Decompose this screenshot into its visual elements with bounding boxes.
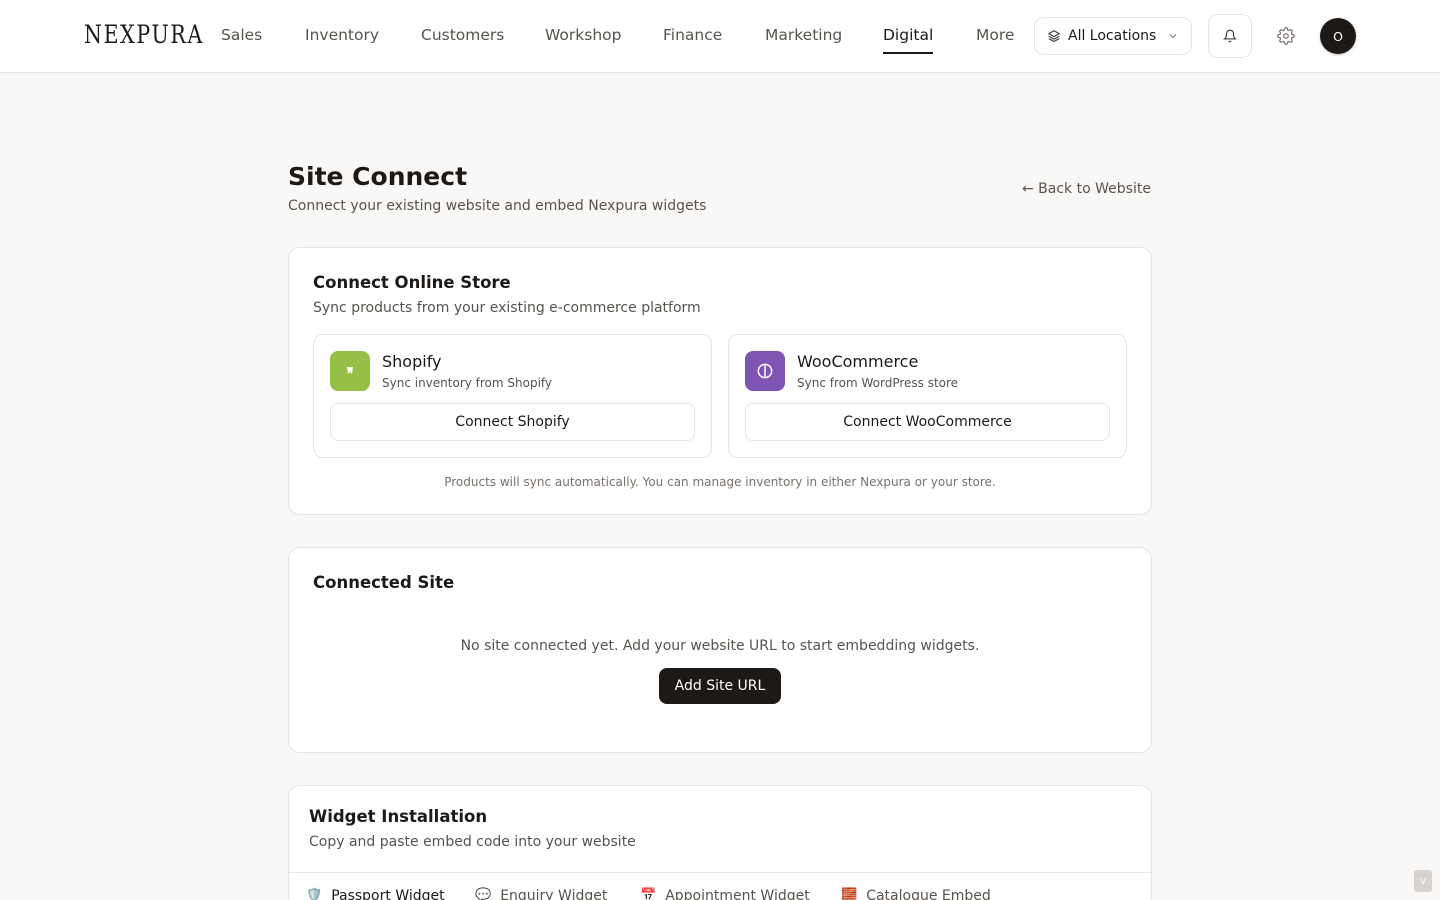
sync-note: Products will sync automatically. You ca…	[444, 475, 996, 489]
no-site-message: No site connected yet. Add your website …	[460, 638, 980, 654]
nav-item-digital[interactable]: Digital	[883, 24, 934, 54]
nav-item-finance[interactable]: Finance	[663, 24, 722, 46]
connect-shopify-button[interactable]: Connect Shopify	[330, 403, 695, 441]
woocommerce-card: WooCommerce Sync from WordPress store Co…	[728, 334, 1127, 458]
add-site-url-button[interactable]: Add Site URL	[659, 668, 781, 704]
location-selector[interactable]: All Locations	[1034, 17, 1192, 55]
tab-enquiry-widget[interactable]: 💬 Enquiry Widget	[475, 886, 607, 900]
online-store-card: Connect Online Store Sync products from …	[288, 247, 1152, 515]
tab-label: Catalogue Embed	[866, 888, 991, 900]
notifications-button[interactable]	[1208, 14, 1252, 58]
shopify-icon	[330, 351, 370, 391]
nav-item-customers[interactable]: Customers	[421, 24, 504, 46]
tab-label: Passport Widget	[331, 888, 445, 900]
layers-icon	[1047, 29, 1061, 43]
page-subtitle: Connect your existing website and embed …	[288, 198, 707, 214]
gear-icon	[1277, 27, 1295, 45]
chevron-down-icon	[1167, 30, 1179, 42]
page-title: Site Connect	[288, 162, 468, 191]
brand-logo[interactable]: NEXPURA	[84, 19, 204, 51]
nav-item-more[interactable]: More	[976, 24, 1014, 46]
shopify-name: Shopify	[382, 352, 442, 371]
scroll-down-button[interactable]: v	[1414, 870, 1432, 892]
shield-icon: 🛡️	[306, 888, 323, 900]
tab-catalogue-embed[interactable]: 🧱 Catalogue Embed	[841, 886, 991, 900]
connect-woocommerce-button[interactable]: Connect WooCommerce	[745, 403, 1110, 441]
user-avatar[interactable]: O	[1320, 18, 1356, 54]
tabs-divider	[289, 872, 1151, 873]
tab-label: Appointment Widget	[665, 888, 810, 900]
location-label: All Locations	[1068, 28, 1157, 44]
speech-bubble-icon: 💬	[475, 888, 492, 900]
shopify-description: Sync inventory from Shopify	[382, 376, 553, 390]
woocommerce-name: WooCommerce	[797, 352, 919, 371]
tab-passport-widget[interactable]: 🛡️ Passport Widget	[306, 886, 445, 900]
woocommerce-icon	[745, 351, 785, 391]
nav-item-sales[interactable]: Sales	[221, 24, 262, 46]
back-to-website-link[interactable]: ← Back to Website	[1022, 179, 1151, 199]
widget-installation-card: Widget Installation Copy and paste embed…	[288, 785, 1152, 900]
calendar-icon: 📅	[640, 888, 657, 900]
nav-item-workshop[interactable]: Workshop	[545, 24, 621, 46]
connected-site-card: Connected Site No site connected yet. Ad…	[288, 547, 1152, 753]
widget-installation-subtitle: Copy and paste embed code into your webs…	[309, 834, 636, 850]
online-store-title: Connect Online Store	[313, 273, 511, 292]
nav-item-marketing[interactable]: Marketing	[765, 24, 842, 46]
top-navigation: NEXPURA Sales Inventory Customers Worksh…	[0, 0, 1440, 73]
tab-appointment-widget[interactable]: 📅 Appointment Widget	[640, 886, 810, 900]
tab-label: Enquiry Widget	[500, 888, 608, 900]
bell-icon	[1223, 29, 1237, 43]
shopify-card: Shopify Sync inventory from Shopify Conn…	[313, 334, 712, 458]
nav-item-inventory[interactable]: Inventory	[305, 24, 379, 46]
settings-button[interactable]	[1270, 20, 1302, 52]
widget-installation-title: Widget Installation	[309, 807, 488, 826]
online-store-subtitle: Sync products from your existing e-comme…	[313, 300, 701, 316]
woocommerce-description: Sync from WordPress store	[797, 376, 959, 390]
bricks-icon: 🧱	[841, 888, 858, 900]
connected-site-title: Connected Site	[313, 573, 455, 592]
